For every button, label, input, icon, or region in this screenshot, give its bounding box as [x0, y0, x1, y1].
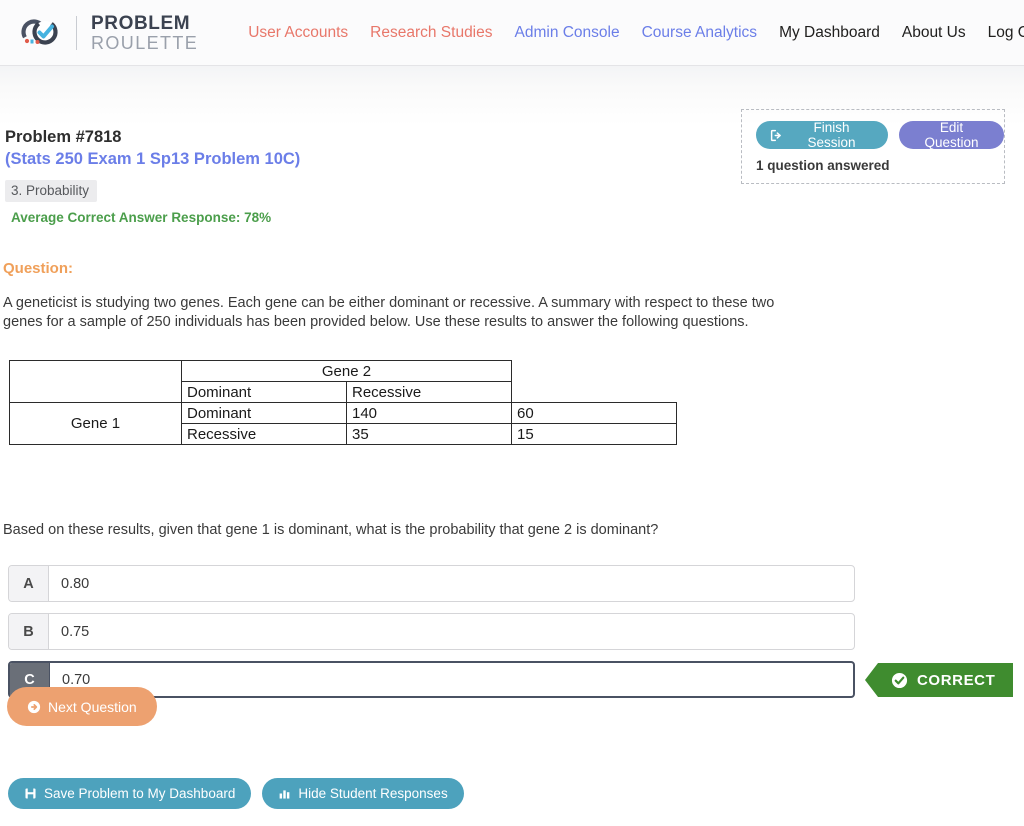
- hide-student-responses-label: Hide Student Responses: [298, 786, 448, 801]
- nav-item-my-dashboard[interactable]: My Dashboard: [779, 24, 880, 42]
- brand-name-line1: PROBLEM: [91, 12, 191, 34]
- question-body: A geneticist is studying two genes. Each…: [3, 295, 775, 331]
- problem-roulette-logo-icon: [18, 15, 64, 51]
- answer-option-b-letter: B: [9, 614, 49, 649]
- table-row: Gene 1 Dominant 140 60: [9, 402, 677, 445]
- nav-item-about-us[interactable]: About Us: [902, 24, 966, 42]
- finish-session-label: Finish Session: [807, 120, 856, 150]
- table-col-header-recessive: Recessive: [346, 381, 512, 403]
- sign-out-icon: [770, 129, 783, 142]
- answer-option-a-value: 0.80: [61, 575, 90, 592]
- log-out-label: Log Out: [987, 23, 1024, 41]
- brand-name-line2: ROULETTE: [91, 32, 199, 53]
- top-navigation-bar: PROBLEM ROULETTE User Accounts Research …: [0, 0, 1024, 66]
- answer-option-b[interactable]: B 0.75: [8, 613, 1018, 650]
- problem-source-link[interactable]: (Stats 250 Exam 1 Sp13 Problem 10C): [5, 148, 300, 170]
- nav-item-research-studies[interactable]: Research Studies: [370, 24, 492, 42]
- answer-option-a[interactable]: A 0.80: [8, 565, 1018, 602]
- question-label: Question:: [3, 260, 73, 277]
- next-question-label: Next Question: [48, 698, 137, 715]
- bar-chart-icon: [278, 787, 291, 800]
- table-col-group-header: Gene 2: [181, 360, 512, 382]
- correct-badge: CORRECT: [865, 663, 1014, 697]
- edit-question-button[interactable]: Edit Question: [899, 120, 1004, 150]
- check-circle-icon: [891, 672, 908, 689]
- table-cell-recessive-dominant: 35: [346, 423, 512, 445]
- nav-item-log-out[interactable]: Log Out kwschulz: [988, 24, 1024, 42]
- correct-badge-label: CORRECT: [917, 671, 996, 689]
- answer-option-c-value: 0.70: [62, 671, 91, 688]
- table-row-header-dominant: Dominant: [181, 402, 347, 424]
- session-panel: Finish Session Edit Question 1 question …: [741, 109, 1005, 184]
- save-problem-button[interactable]: Save Problem to My Dashboard: [8, 778, 252, 809]
- answer-options-list: A 0.80 B 0.75 C 0.70 CORRECT: [8, 565, 1018, 709]
- answer-option-c[interactable]: C 0.70 CORRECT: [8, 661, 1018, 698]
- answer-option-b-box[interactable]: B 0.75: [8, 613, 855, 650]
- hide-student-responses-button[interactable]: Hide Student Responses: [262, 778, 464, 809]
- nav-item-user-accounts[interactable]: User Accounts: [248, 24, 348, 42]
- table-cell-dominant-dominant: 140: [346, 402, 512, 424]
- arrow-right-circle-icon: [27, 700, 41, 714]
- save-disk-icon: [24, 787, 37, 800]
- answer-option-b-value: 0.75: [61, 623, 90, 640]
- topic-tag: 3. Probability: [5, 179, 98, 202]
- table-cell-dominant-recessive: 60: [511, 402, 677, 424]
- table-row-group-header: Gene 1: [9, 402, 182, 445]
- table-row-header-recessive: Recessive: [181, 423, 347, 445]
- page-content: Problem #7818 (Stats 250 Exam 1 Sp13 Pro…: [0, 66, 1024, 826]
- footer-actions: Save Problem to My Dashboard Hide Studen…: [8, 778, 464, 809]
- next-question-button[interactable]: Next Question: [7, 687, 157, 726]
- contingency-table: Gene 2 Dominant Recessive Gene 1 Dominan…: [9, 360, 677, 445]
- page-title: Problem #7818: [5, 128, 122, 146]
- save-problem-label: Save Problem to My Dashboard: [44, 786, 236, 801]
- answer-option-a-letter: A: [9, 566, 49, 601]
- brand-divider: [76, 15, 77, 50]
- nav-item-course-analytics[interactable]: Course Analytics: [642, 24, 757, 42]
- problem-header: Problem #7818 (Stats 250 Exam 1 Sp13 Pro…: [5, 126, 300, 225]
- nav-links: User Accounts Research Studies Admin Con…: [248, 24, 1024, 42]
- average-correct-response: Average Correct Answer Response: 78%: [11, 209, 272, 225]
- table-cell-recessive-recessive: 15: [511, 423, 677, 445]
- questions-answered-count: 1 question answered: [756, 158, 890, 173]
- sub-question-text: Based on these results, given that gene …: [3, 522, 659, 538]
- table-corner-blank: [9, 360, 182, 403]
- session-buttons: Finish Session Edit Question: [742, 110, 1004, 150]
- answer-option-a-box[interactable]: A 0.80: [8, 565, 855, 602]
- finish-session-button[interactable]: Finish Session: [756, 120, 889, 150]
- table-row: Gene 2: [9, 360, 677, 403]
- brand-logo[interactable]: PROBLEM ROULETTE: [18, 14, 198, 52]
- edit-question-label: Edit Question: [924, 120, 979, 150]
- table-col-header-dominant: Dominant: [181, 381, 347, 403]
- nav-item-admin-console[interactable]: Admin Console: [515, 24, 620, 42]
